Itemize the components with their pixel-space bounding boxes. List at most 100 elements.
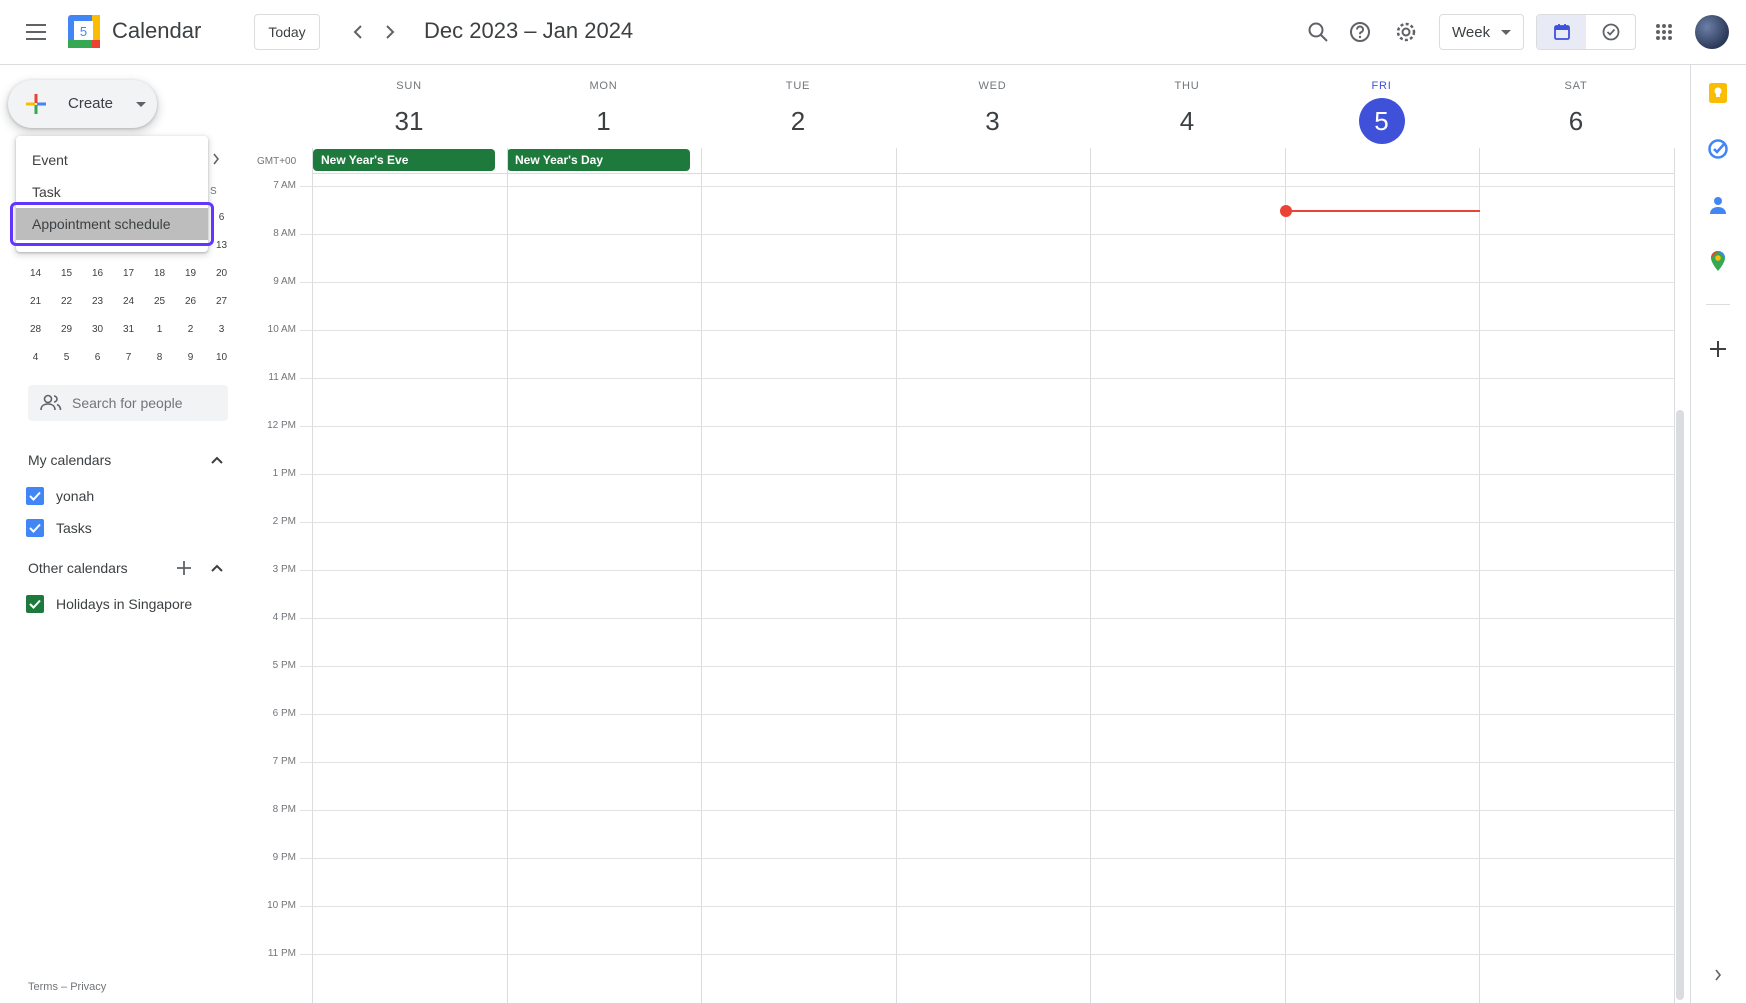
tasks-icon[interactable] (1700, 131, 1736, 167)
help-icon[interactable] (1340, 12, 1380, 52)
checkbox-checked-icon[interactable] (26, 487, 44, 505)
all-day-event[interactable]: New Year's Eve (313, 149, 495, 171)
time-label: 7 AM (273, 180, 296, 191)
calendar-item-holidays-singapore[interactable]: Holidays in Singapore (26, 590, 192, 618)
calendar-view-icon[interactable] (1537, 15, 1586, 49)
mini-calendar-day[interactable]: 19 (175, 260, 206, 288)
expand-panel-chevron-icon[interactable] (1700, 957, 1736, 993)
time-label: 5 PM (272, 660, 296, 671)
add-other-calendar-icon[interactable] (172, 556, 196, 580)
day-number[interactable]: 3 (970, 98, 1016, 144)
calendar-item-tasks[interactable]: Tasks (26, 514, 92, 542)
day-header-thu: THU 4 (1090, 80, 1284, 144)
mini-calendar-day[interactable]: 22 (51, 288, 82, 316)
day-number[interactable]: 31 (386, 98, 432, 144)
search-people-input[interactable]: Search for people (28, 385, 228, 421)
day-header-fri: FRI 5 (1285, 80, 1479, 144)
mini-calendar-week-row: 14 15 16 17 18 19 20 (20, 260, 240, 288)
hour-line (300, 522, 1674, 523)
time-label: 10 PM (267, 900, 296, 911)
google-apps-icon[interactable] (1644, 12, 1684, 52)
mini-calendar-day[interactable]: 16 (82, 260, 113, 288)
mini-calendar-day[interactable]: 10 (206, 344, 237, 372)
settings-gear-icon[interactable] (1386, 12, 1426, 52)
mini-calendar-day[interactable]: 7 (113, 344, 144, 372)
mini-calendar-day[interactable]: 29 (51, 316, 82, 344)
time-label: 10 AM (267, 324, 296, 335)
chevron-down-icon (1501, 30, 1511, 35)
hour-line (300, 426, 1674, 427)
terms-link[interactable]: Terms (28, 981, 58, 993)
hour-line (300, 906, 1674, 907)
time-label: 8 AM (273, 228, 296, 239)
day-column-divider (1285, 148, 1286, 1003)
time-label: 1 PM (272, 468, 296, 479)
mini-calendar-day[interactable]: 17 (113, 260, 144, 288)
mini-calendar-day[interactable]: 27 (206, 288, 237, 316)
day-of-week-label: WED (978, 80, 1007, 92)
add-addon-icon[interactable] (1700, 331, 1736, 367)
time-label: 2 PM (272, 516, 296, 527)
mini-calendar-day[interactable]: 8 (144, 344, 175, 372)
mini-calendar-day[interactable]: 24 (113, 288, 144, 316)
mini-calendar-day[interactable]: 4 (20, 344, 51, 372)
next-week-icon[interactable] (372, 14, 408, 50)
mini-calendar-day[interactable]: 14 (20, 260, 51, 288)
mini-calendar-day[interactable]: 30 (82, 316, 113, 344)
day-number[interactable]: 1 (581, 98, 627, 144)
maps-icon[interactable] (1700, 243, 1736, 279)
mini-calendar-day[interactable]: 1 (144, 316, 175, 344)
previous-week-icon[interactable] (340, 14, 376, 50)
create-button[interactable]: Create (8, 80, 157, 128)
mini-calendar-day[interactable]: 2 (175, 316, 206, 344)
my-calendars-collapse-icon[interactable] (205, 448, 229, 472)
mini-calendar-day[interactable]: 18 (144, 260, 175, 288)
account-avatar[interactable] (1695, 15, 1729, 49)
time-label: 3 PM (272, 564, 296, 575)
privacy-link[interactable]: Privacy (70, 981, 106, 993)
tasks-view-icon[interactable] (1586, 15, 1635, 49)
mini-calendar-day[interactable]: 15 (51, 260, 82, 288)
mini-calendar-day[interactable]: 20 (206, 260, 237, 288)
create-plus-icon (26, 94, 46, 114)
mini-calendar-day[interactable]: 25 (144, 288, 175, 316)
create-menu-event[interactable]: Event (16, 144, 208, 176)
checkbox-checked-icon[interactable] (26, 595, 44, 613)
day-column-divider (312, 148, 313, 1003)
mini-calendar-day[interactable]: 5 (51, 344, 82, 372)
mini-calendar-day[interactable]: 26 (175, 288, 206, 316)
mini-calendar-next-month-icon[interactable] (212, 152, 220, 170)
view-selector[interactable]: Week (1439, 14, 1524, 50)
footer-links: Terms – Privacy (28, 981, 106, 993)
mini-calendar-day[interactable]: 21 (20, 288, 51, 316)
mini-calendar-day[interactable]: 9 (175, 344, 206, 372)
mini-calendar-day[interactable]: 3 (206, 316, 237, 344)
calendar-logo-icon: 5 (68, 15, 100, 48)
my-calendars-title[interactable]: My calendars (28, 452, 111, 468)
hour-line (300, 810, 1674, 811)
other-calendars-collapse-icon[interactable] (205, 556, 229, 580)
day-of-week-label: SUN (396, 80, 422, 92)
day-number[interactable]: 6 (1553, 98, 1599, 144)
today-button[interactable]: Today (254, 14, 320, 50)
calendar-item-label: Tasks (56, 520, 92, 536)
mini-calendar-day[interactable]: 31 (113, 316, 144, 344)
day-number[interactable]: 2 (775, 98, 821, 144)
checkbox-checked-icon[interactable] (26, 519, 44, 537)
keep-icon[interactable] (1700, 75, 1736, 111)
mini-calendar-day[interactable]: 6 (82, 344, 113, 372)
mini-calendar-day[interactable]: 28 (20, 316, 51, 344)
other-calendars-title[interactable]: Other calendars (28, 560, 128, 576)
day-number[interactable]: 4 (1164, 98, 1210, 144)
search-icon[interactable] (1298, 12, 1338, 52)
all-day-event[interactable]: New Year's Day (507, 149, 690, 171)
time-label: 6 PM (272, 708, 296, 719)
time-label: 9 PM (272, 852, 296, 863)
day-number[interactable]: 5 (1358, 98, 1405, 144)
contacts-icon[interactable] (1700, 187, 1736, 223)
time-label: 4 PM (272, 612, 296, 623)
mini-calendar-day[interactable]: 23 (82, 288, 113, 316)
main-menu-icon[interactable] (16, 12, 56, 52)
calendar-item-yonah[interactable]: yonah (26, 482, 94, 510)
grid-scrollbar[interactable] (1676, 410, 1684, 1000)
